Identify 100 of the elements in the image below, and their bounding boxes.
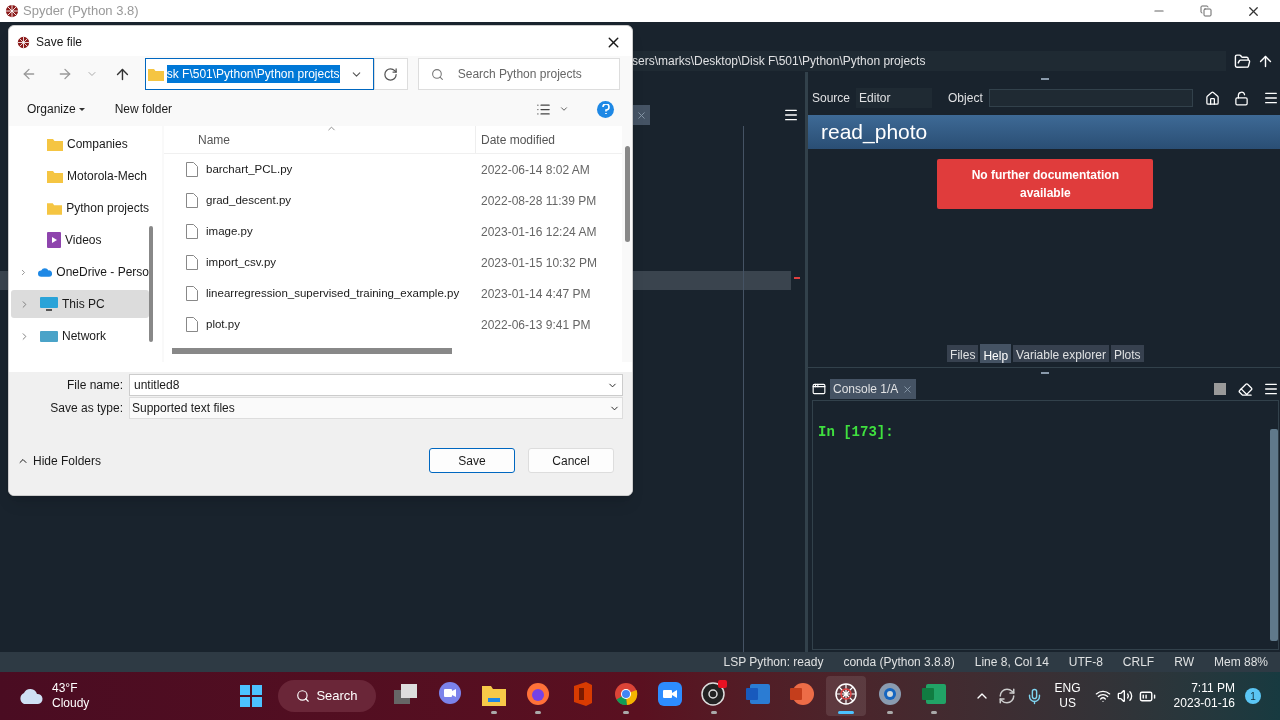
file-name: barchart_PCL.py — [206, 161, 293, 177]
address-field[interactable]: sk F\501\Python\Python projects — [144, 58, 374, 90]
file-name: image.py — [206, 223, 253, 239]
folder-icon — [47, 137, 63, 151]
file-name-field[interactable]: untitled8 — [129, 374, 623, 396]
file-name-label: File name: — [65, 377, 124, 394]
file-date: 2023-01-16 12:24 AM — [480, 223, 597, 241]
taskbar-app[interactable] — [826, 676, 866, 716]
column-header[interactable]: Name — [164, 126, 476, 153]
home-icon[interactable] — [1204, 90, 1220, 106]
region[interactable]: US — [1059, 696, 1076, 711]
status-item: RW — [1174, 654, 1194, 671]
object-field[interactable] — [988, 89, 1193, 107]
path-field[interactable]: sers\marks\Desktop\Disk F\501\Python\Python projects — [632, 51, 1226, 71]
clock-time[interactable]: 7:11 PM — [1191, 681, 1235, 696]
source-label: Source — [812, 90, 851, 107]
search-button[interactable]: Search — [278, 680, 376, 712]
organize-menu[interactable]: Organize — [27, 100, 85, 118]
pane-tab[interactable]: Help — [980, 343, 1012, 363]
language[interactable]: ENG — [1054, 681, 1081, 696]
file-row[interactable]: barchart_PCL.py 2022-06-14 8:02 AM — [164, 154, 622, 185]
firefox-icon — [526, 682, 550, 706]
file-date: 2023-01-14 4:47 PM — [480, 285, 591, 303]
search-icon — [296, 689, 311, 703]
nav-item[interactable]: Companies — [11, 130, 149, 158]
nav-item[interactable]: This PC — [11, 290, 149, 318]
eraser-icon[interactable] — [1237, 381, 1253, 397]
column-header[interactable]: Date modified — [476, 130, 556, 149]
file-name: import_csv.py — [206, 254, 277, 270]
save-button[interactable]: Save — [429, 448, 515, 473]
file-icon — [186, 162, 198, 177]
scrollbar-thumb[interactable] — [625, 146, 630, 242]
view-icon[interactable] — [536, 101, 551, 117]
file-row[interactable]: image.py 2023-01-16 12:24 AM — [164, 216, 622, 247]
cloud-icon[interactable] — [18, 688, 44, 704]
folder-icon — [47, 201, 63, 215]
menu-icon[interactable] — [1262, 90, 1279, 106]
cancel-button[interactable]: Cancel — [528, 448, 614, 473]
spreadsheet-icon — [922, 682, 946, 706]
nav-item[interactable]: Videos — [11, 226, 149, 254]
help-icon[interactable] — [597, 100, 614, 118]
window-title: Spyder (Python 3.8) — [23, 2, 139, 21]
chevron-down-icon[interactable] — [559, 104, 569, 114]
nav-item[interactable]: OneDrive - Perso — [11, 258, 149, 286]
spyder-logo-icon — [17, 35, 30, 49]
folder-icon — [47, 169, 63, 183]
dialog-title: Save file — [36, 34, 83, 51]
chat-icon — [438, 682, 462, 706]
sync-icon[interactable] — [997, 687, 1016, 705]
search-field[interactable]: Search Python projects — [417, 58, 620, 90]
clock-date[interactable]: 2023-01-16 — [1173, 696, 1235, 711]
file-row[interactable]: import_csv.py 2023-01-15 10:32 PM — [164, 247, 622, 278]
folder-open-icon[interactable] — [1234, 52, 1251, 70]
file-date: 2023-01-15 10:32 PM — [480, 254, 598, 272]
monitor-icon — [40, 297, 58, 311]
scrollbar-thumb[interactable] — [149, 226, 153, 342]
menu-icon[interactable] — [783, 107, 799, 123]
chrome-icon — [614, 682, 638, 706]
weather-text: Cloudy — [52, 696, 90, 711]
menu-icon[interactable] — [1262, 381, 1279, 397]
file-row[interactable]: plot.py 2022-06-13 9:41 PM — [164, 309, 622, 340]
refresh-button[interactable] — [373, 58, 408, 90]
console-tab[interactable]: Console 1/A — [830, 379, 917, 399]
pane-tab[interactable]: Variable explorer — [1013, 344, 1109, 362]
restore-icon[interactable] — [1200, 5, 1212, 17]
source-dropdown[interactable]: Editor — [856, 88, 933, 108]
spyder-logo-icon — [5, 4, 19, 18]
start-icon[interactable] — [240, 685, 262, 707]
scrollbar-thumb[interactable] — [1269, 429, 1278, 641]
file-name: grad_descent.py — [206, 192, 292, 208]
temperature: 43°F — [52, 681, 79, 696]
save-type-dropdown[interactable]: Supported text files — [129, 397, 623, 419]
file-icon — [186, 193, 198, 208]
stop-icon[interactable] — [1213, 383, 1226, 395]
nav-item[interactable]: Motorola-Mech — [11, 162, 149, 190]
file-date: 2022-06-13 9:41 PM — [480, 316, 591, 334]
window-icon[interactable] — [812, 382, 826, 396]
scrollbar-thumb[interactable] — [172, 348, 452, 354]
wifi-icon[interactable] — [1094, 688, 1111, 704]
file-row[interactable]: grad_descent.py 2022-08-28 11:39 PM — [164, 185, 622, 216]
file-date: 2022-06-14 8:02 AM — [480, 161, 590, 179]
file-icon — [186, 224, 198, 239]
pane-tab[interactable]: Plots — [1110, 344, 1144, 362]
pane-tab[interactable]: Files — [947, 344, 979, 362]
file-icon — [186, 255, 198, 270]
folder-icon — [482, 684, 506, 706]
nav-item[interactable]: Network — [11, 322, 149, 350]
file-icon — [186, 317, 198, 332]
notification-badge[interactable]: 1 — [1245, 688, 1261, 704]
new-folder-button[interactable]: New folder — [114, 100, 173, 118]
task-view-icon — [394, 684, 418, 706]
nav-item[interactable]: Python projects — [11, 194, 149, 222]
video-icon — [47, 232, 61, 248]
cloud-icon — [37, 266, 53, 278]
hide-folders-toggle[interactable]: Hide Folders — [17, 451, 102, 470]
presentation-icon — [790, 682, 814, 706]
volume-icon[interactable] — [1116, 688, 1133, 704]
unlock-icon[interactable] — [1233, 90, 1249, 106]
file-row[interactable]: linearregression_supervised_training_example.py 2023-01-14 4:47 PM — [164, 278, 622, 309]
close-tab-icon[interactable] — [635, 109, 647, 121]
